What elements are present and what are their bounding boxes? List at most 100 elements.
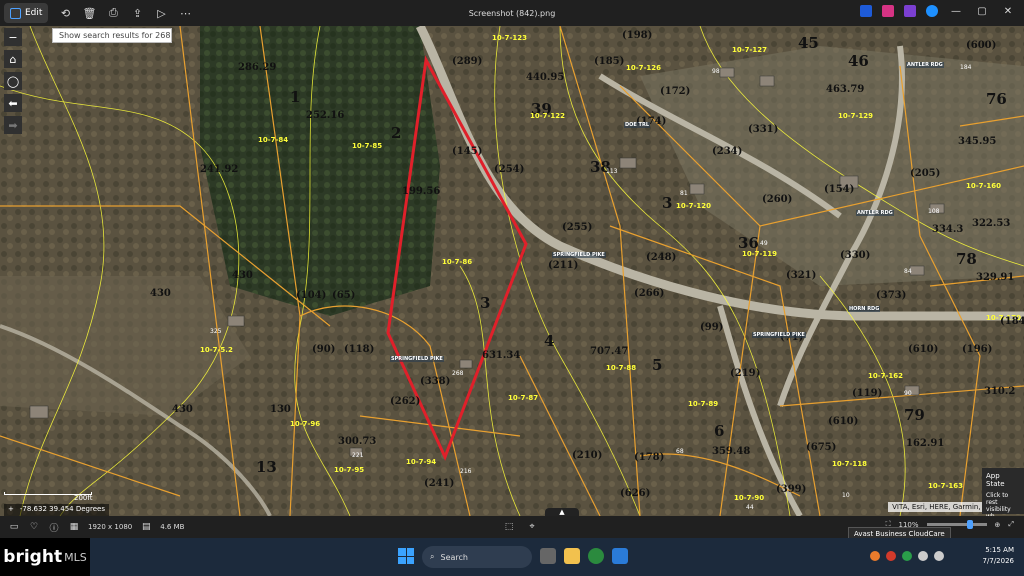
- dimension-label: 707.47: [590, 346, 629, 357]
- tray-icon-1[interactable]: [870, 551, 880, 561]
- task-view-icon[interactable]: [540, 548, 556, 564]
- lot-number: 79: [904, 406, 925, 424]
- house-number: 81: [680, 190, 688, 197]
- clock[interactable]: 5:15 AM 7/7/2026: [983, 545, 1014, 567]
- lot-number: 13: [256, 458, 277, 476]
- dimension-label: (65): [332, 290, 356, 301]
- back-arrow-icon[interactable]: ⬅: [4, 94, 22, 112]
- print-icon[interactable]: ⎙: [106, 6, 120, 20]
- parcel-id: 10-7-95: [334, 466, 365, 474]
- favorite-icon[interactable]: ♡: [28, 522, 40, 532]
- chrome-icon[interactable]: [588, 548, 604, 564]
- info-icon[interactable]: ⓘ: [48, 521, 60, 534]
- dimension-label: (234): [712, 146, 743, 157]
- app-state-text: Click to rest visibility wh: [986, 492, 1011, 516]
- dimension-label: 329.91: [976, 272, 1015, 283]
- dimension-label: (626): [620, 488, 651, 499]
- parcel-id: 10-7-120: [676, 202, 712, 210]
- dimension-label: (373): [876, 290, 907, 301]
- house-number: 49: [760, 240, 768, 247]
- file-explorer-icon[interactable]: [564, 548, 580, 564]
- dimension-label: (178): [634, 452, 665, 463]
- search-suggestion[interactable]: Show search results for 268 G...: [52, 28, 172, 43]
- house-number: 98: [712, 68, 720, 75]
- house-number: 221: [352, 452, 364, 459]
- locate-icon[interactable]: ◯: [4, 72, 22, 90]
- search-placeholder: Search: [440, 552, 468, 562]
- map-view[interactable]: 45 46 76 1 2 39 38 3 36 78 3 4 5 6 79 13…: [0, 26, 1024, 516]
- minimize-button[interactable]: —: [948, 6, 964, 17]
- maximize-button[interactable]: ▢: [974, 6, 990, 17]
- slideshow-icon[interactable]: ▷: [154, 6, 168, 20]
- taskbar-search[interactable]: ⌕ Search: [422, 546, 532, 568]
- road-label: HORN RDG: [848, 306, 881, 312]
- delete-icon[interactable]: 🗑: [82, 6, 96, 20]
- dimension-label: 310.2: [984, 386, 1016, 397]
- start-button[interactable]: [398, 548, 414, 564]
- tray-icon-2[interactable]: [886, 551, 896, 561]
- onedrive-icon[interactable]: [926, 5, 938, 17]
- dimension-label: (399): [776, 484, 807, 495]
- zoom-in-icon[interactable]: ⊕: [995, 521, 1001, 529]
- house-number: 216: [460, 468, 472, 475]
- lot-number: 76: [986, 90, 1007, 108]
- dimension-label: (338): [420, 376, 451, 387]
- parcel-id: 10-7-90: [734, 494, 765, 502]
- wifi-icon[interactable]: [918, 551, 928, 561]
- volume-icon[interactable]: [934, 551, 944, 561]
- parcel-id: 10-7-129: [838, 112, 874, 120]
- parcel-id: 10-7-89: [688, 400, 719, 408]
- app-icon-2[interactable]: [882, 5, 894, 17]
- filmstrip-icon[interactable]: ▭: [8, 522, 20, 532]
- dimension-label: (600): [966, 40, 997, 51]
- dimension-label: 440.95: [526, 72, 565, 83]
- dimension-label: 345.95: [958, 136, 997, 147]
- share-icon[interactable]: ⇪: [130, 6, 144, 20]
- expand-icon[interactable]: ⤢: [1008, 520, 1014, 529]
- house-number: 113: [606, 168, 618, 175]
- road-label: SPRINGFIELD PIKE: [552, 252, 606, 258]
- dimension-label: (266): [634, 288, 665, 299]
- tray-icon-3[interactable]: [902, 551, 912, 561]
- dimension-label: 300.73: [338, 436, 377, 447]
- app-state-panel[interactable]: App State Click to rest visibility wh: [982, 468, 1024, 516]
- dimension-label: (99): [700, 322, 724, 333]
- more-icon[interactable]: ⋯: [178, 6, 192, 20]
- file-size: 4.6 MB: [160, 523, 185, 531]
- dimension-label: (145): [452, 146, 483, 157]
- clock-date: 7/7/2026: [982, 557, 1014, 565]
- dimension-label: 322.53: [972, 218, 1011, 229]
- title-bar: Edit ⟲ 🗑 ⎙ ⇪ ▷ ⋯ Screenshot (842).png — …: [0, 0, 1024, 26]
- edit-icon: [10, 7, 21, 19]
- dimension-label: (198): [622, 30, 653, 41]
- road-label: ANTLER RDG: [856, 210, 894, 216]
- rotate-icon[interactable]: ⟲: [58, 6, 72, 20]
- close-button[interactable]: ✕: [1000, 6, 1016, 17]
- zoom-slider[interactable]: [926, 520, 987, 529]
- image-dimensions: 1920 x 1080: [88, 523, 133, 531]
- parcel-id: 10-7-163: [928, 482, 964, 490]
- crop-icon[interactable]: ⬚: [503, 522, 515, 532]
- house-number: 10: [842, 492, 850, 499]
- home-icon[interactable]: ⌂: [4, 50, 22, 68]
- dimension-label: 463.79: [826, 84, 865, 95]
- dimension-label: (184): [1000, 316, 1024, 327]
- coordinates-text: -78.632 39.454 Degrees: [19, 505, 105, 513]
- dimension-label: (118): [344, 344, 375, 355]
- dimension-label: (241): [424, 478, 455, 489]
- zoom-out-button[interactable]: −: [4, 28, 22, 46]
- lot-number: 3: [662, 194, 673, 212]
- photos-icon[interactable]: [612, 548, 628, 564]
- brand-suffix: MLS: [64, 550, 87, 564]
- house-number: 84: [904, 268, 912, 275]
- drawer-handle[interactable]: ▲: [545, 508, 579, 516]
- app-icon-3[interactable]: [904, 5, 916, 17]
- visual-search-icon[interactable]: ⌖: [526, 522, 538, 532]
- edit-button[interactable]: Edit: [4, 3, 49, 23]
- forward-arrow-icon[interactable]: ➡: [4, 116, 22, 134]
- system-tray: [870, 551, 944, 561]
- house-number: 90: [904, 390, 912, 397]
- dimension-label: (104): [296, 290, 327, 301]
- app-icon-1[interactable]: [860, 5, 872, 17]
- house-number: 268: [452, 370, 464, 377]
